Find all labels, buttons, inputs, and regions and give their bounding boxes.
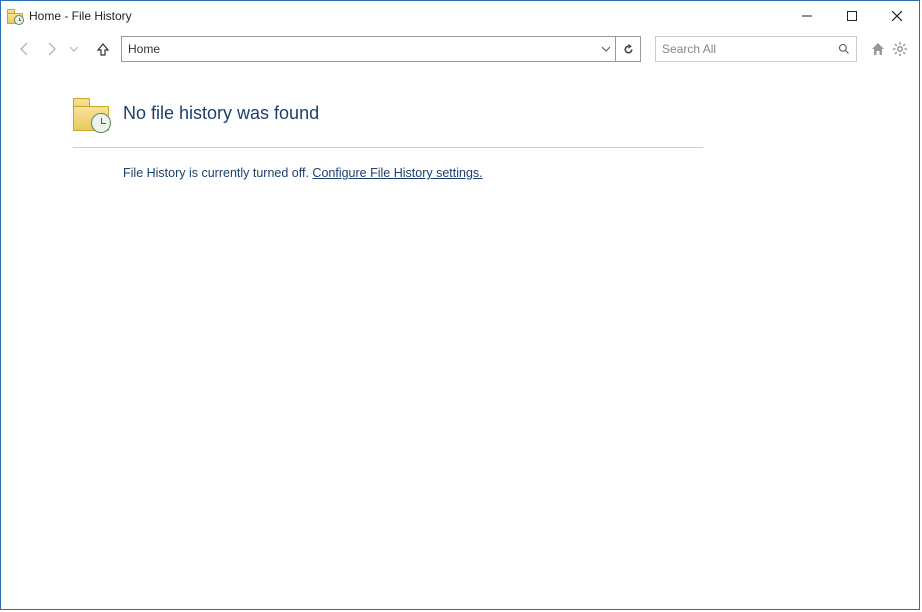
minimize-button[interactable] xyxy=(784,1,829,31)
configure-link[interactable]: Configure File History settings. xyxy=(312,166,482,180)
status-message: File History is currently turned off. Co… xyxy=(73,148,859,180)
home-icon[interactable] xyxy=(869,40,887,58)
title-bar: Home - File History xyxy=(1,1,919,31)
up-button[interactable] xyxy=(93,39,113,59)
address-dropdown-button[interactable] xyxy=(597,37,615,61)
search-input[interactable] xyxy=(656,42,832,56)
content-header: No file history was found xyxy=(73,95,703,148)
gear-icon[interactable] xyxy=(891,40,909,58)
window-frame: Home - File History xyxy=(0,0,920,610)
address-bar xyxy=(121,36,641,62)
recent-locations-button[interactable] xyxy=(67,39,81,59)
address-input[interactable] xyxy=(122,37,597,61)
search-box xyxy=(655,36,857,62)
forward-button[interactable] xyxy=(41,39,61,59)
refresh-button[interactable] xyxy=(615,37,640,61)
status-text: File History is currently turned off. xyxy=(123,166,312,180)
content-area: No file history was found File History i… xyxy=(1,71,919,609)
navigation-bar xyxy=(1,31,919,71)
content-heading: No file history was found xyxy=(123,103,319,124)
close-button[interactable] xyxy=(874,1,919,31)
back-button[interactable] xyxy=(15,39,35,59)
window-controls xyxy=(784,1,919,31)
file-history-icon xyxy=(7,8,23,24)
search-icon[interactable] xyxy=(832,43,856,55)
file-history-large-icon xyxy=(73,95,109,131)
maximize-button[interactable] xyxy=(829,1,874,31)
window-title: Home - File History xyxy=(29,9,132,23)
